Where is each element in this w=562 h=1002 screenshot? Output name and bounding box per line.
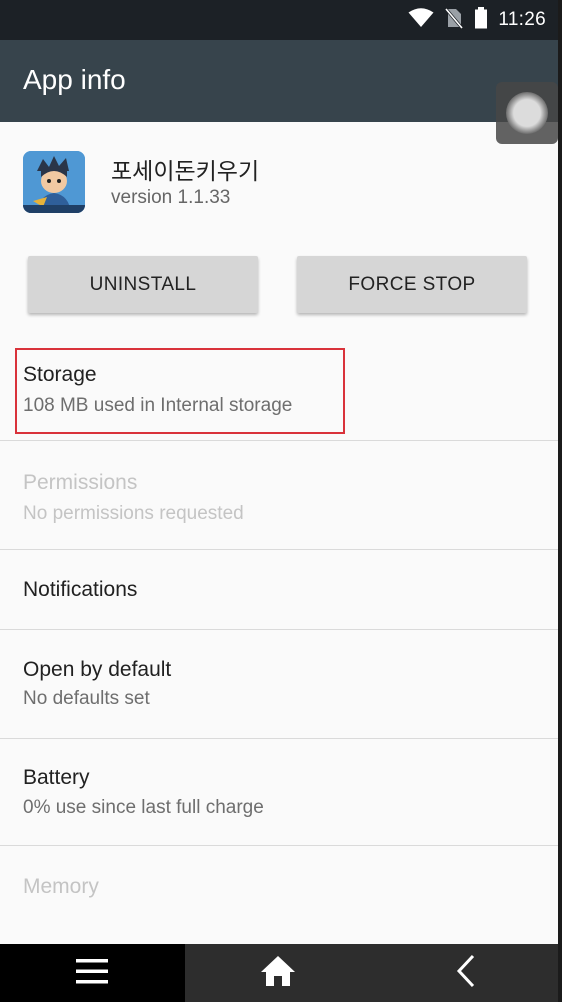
app-version: version 1.1.33 [111,187,231,208]
memory-item: Memory [0,846,558,944]
no-sim-icon [444,7,464,33]
status-time: 11:26 [498,9,546,30]
wifi-icon [408,8,434,32]
notifications-item[interactable]: Notifications [0,550,558,629]
permissions-subtitle: No permissions requested [23,503,244,524]
back-icon [453,954,479,992]
page-title: App info [23,64,126,95]
home-button[interactable] [246,944,310,1002]
app-name: 포세이돈키우기 [111,159,260,185]
battery-title: Battery [23,766,90,789]
uninstall-button[interactable]: UNINSTALL [28,256,258,313]
status-bar: 11:26 [0,0,558,40]
toolbar: App info [0,40,558,122]
battery-icon [474,7,488,33]
permissions-item: Permissions No permissions requested [0,441,558,549]
force-stop-button[interactable]: FORCE STOP [297,256,527,313]
navigation-bar [0,944,558,1002]
notifications-title: Notifications [23,578,138,601]
open-by-default-subtitle: No defaults set [23,688,150,709]
open-by-default-item[interactable]: Open by default No defaults set [0,630,558,738]
battery-item[interactable]: Battery 0% use since last full charge [0,739,558,845]
app-icon [23,151,85,213]
screen: 11:26 App info 포세이돈키우기 version 1.1.33 UN… [0,0,558,1002]
menu-icon [74,957,110,989]
storage-highlight-box [15,348,345,434]
status-icons: 11:26 [408,0,546,40]
back-button[interactable] [434,944,498,1002]
permissions-title: Permissions [23,471,138,494]
home-icon [260,955,296,991]
open-by-default-title: Open by default [23,658,172,681]
battery-subtitle: 0% use since last full charge [23,797,264,818]
memory-title: Memory [23,875,99,898]
assistive-touch-button[interactable] [496,82,558,144]
assistive-touch-icon [506,92,548,134]
menu-button[interactable] [60,944,124,1002]
screen-edge [558,0,562,1002]
